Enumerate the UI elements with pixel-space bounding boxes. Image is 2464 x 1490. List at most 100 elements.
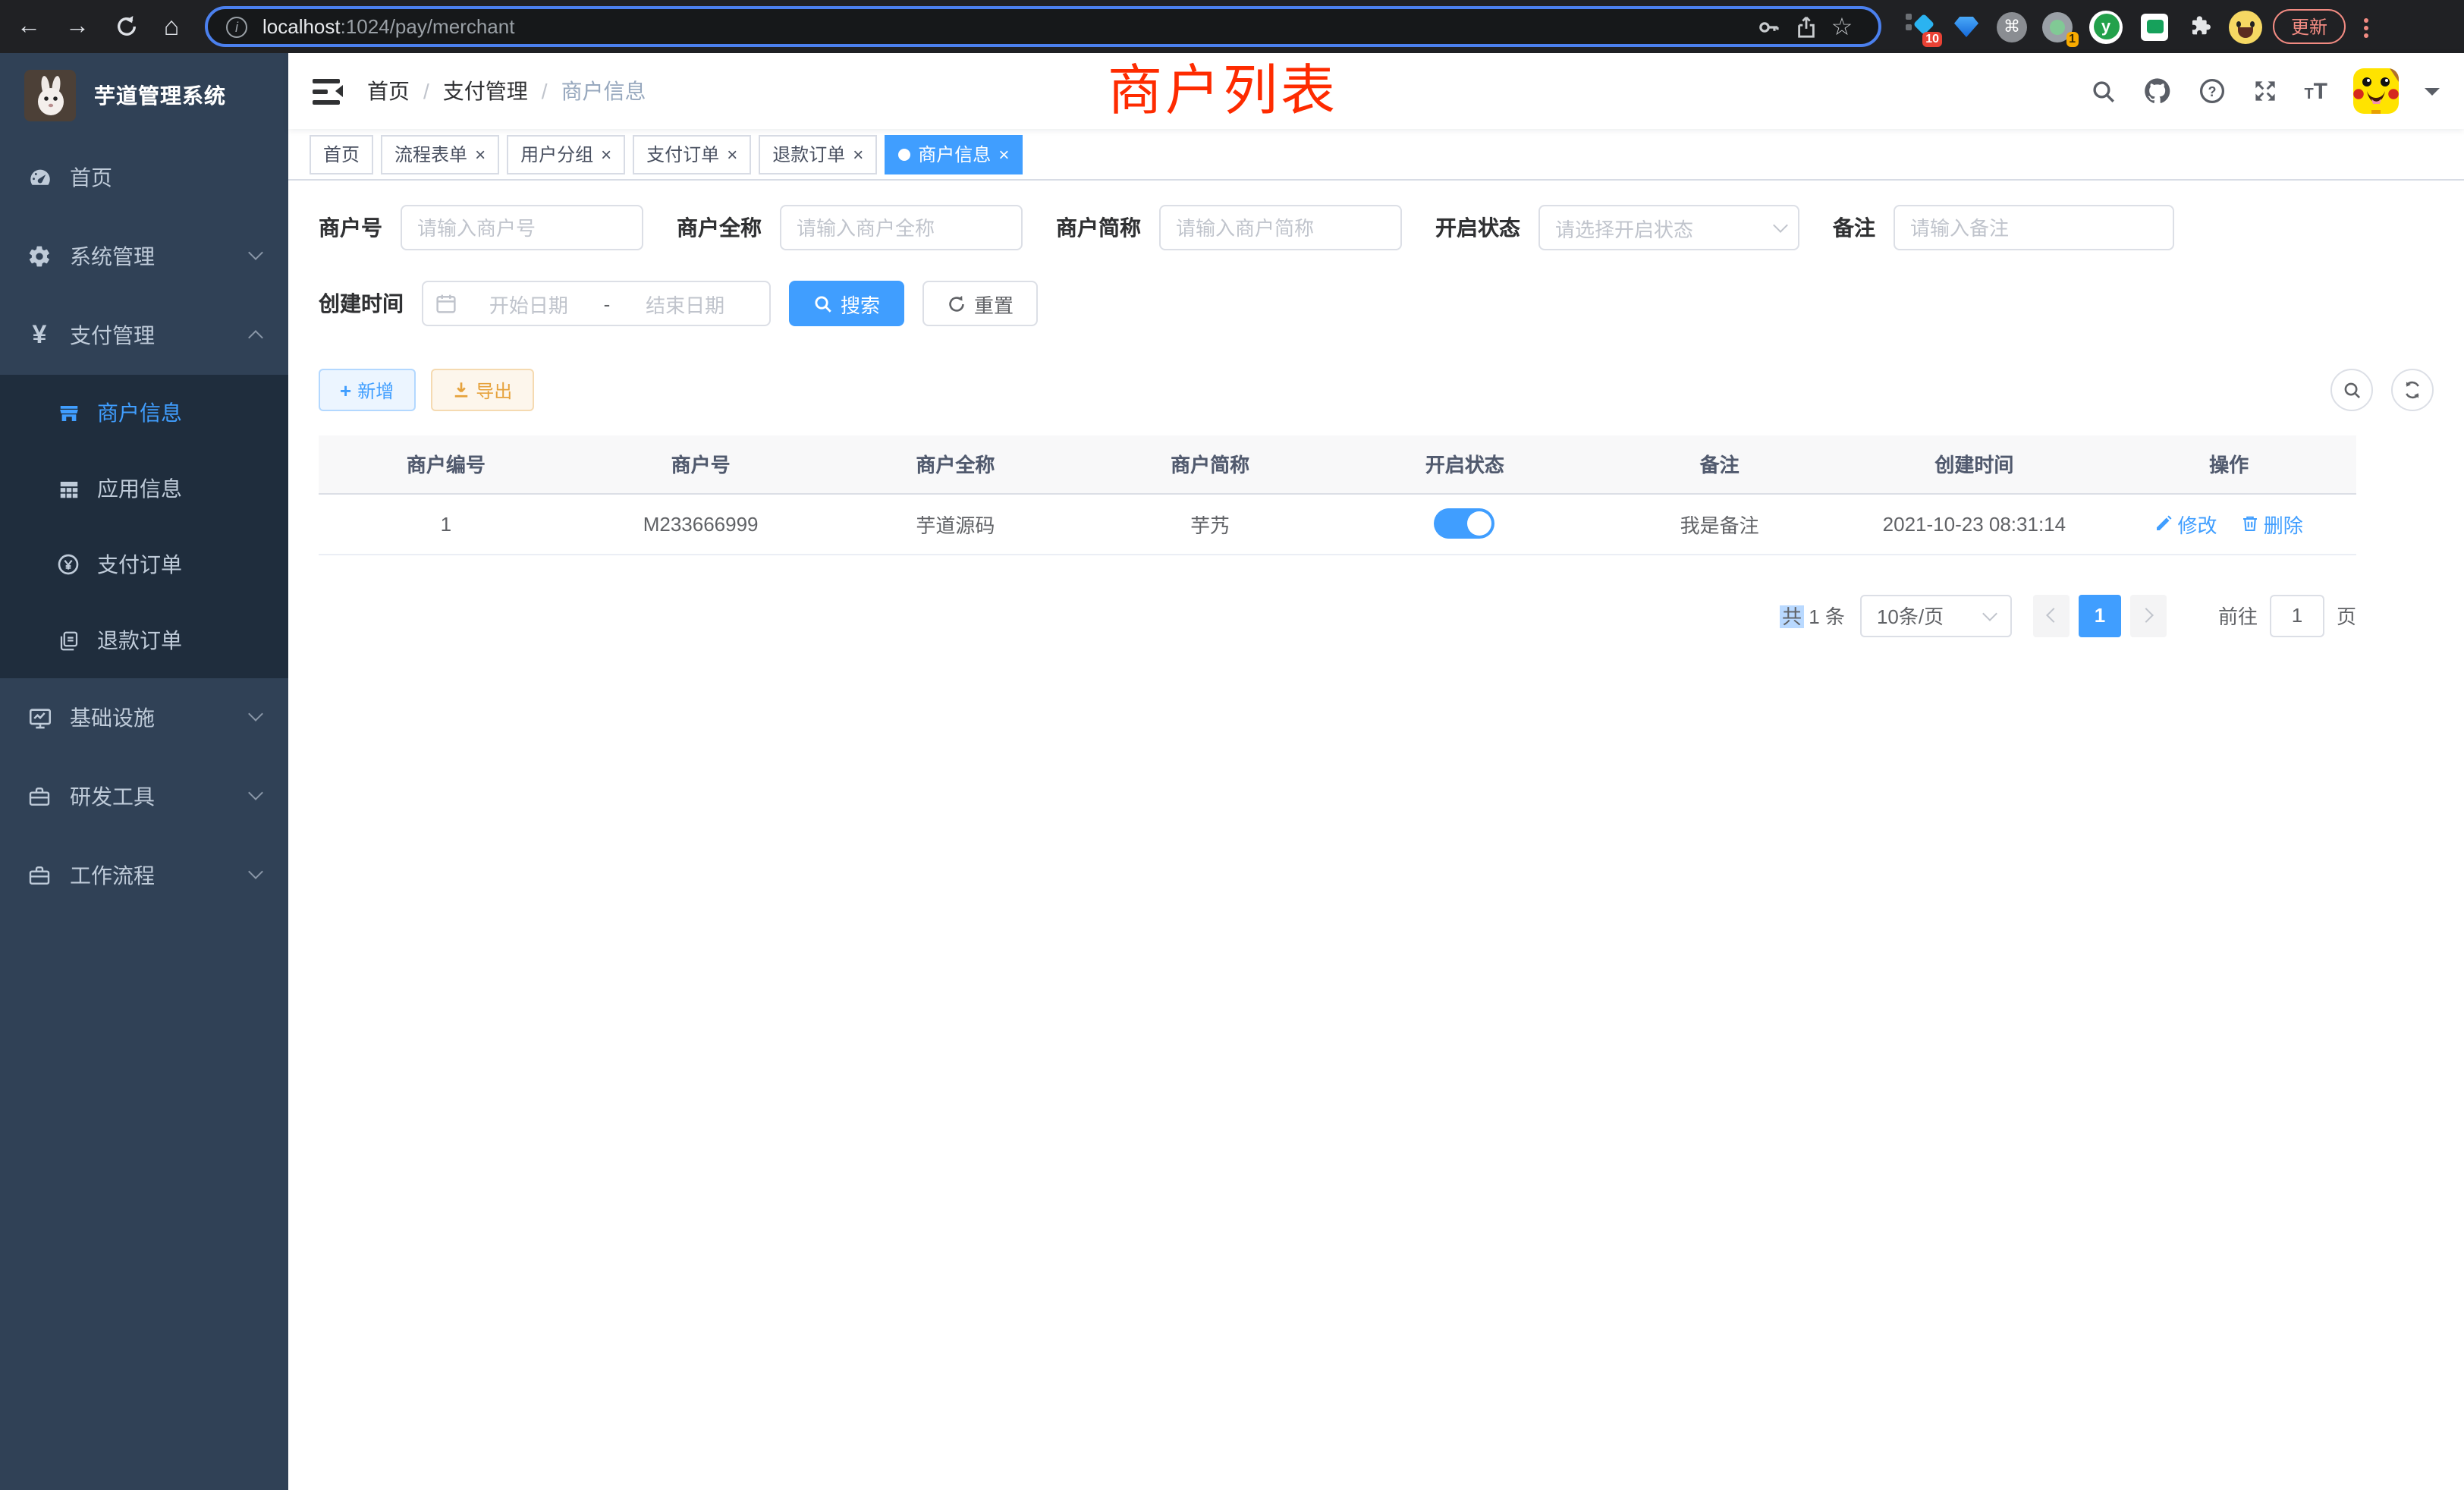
close-icon[interactable]: × bbox=[475, 145, 486, 163]
sidebar-item-label: 首页 bbox=[70, 162, 112, 193]
extension-chat-icon[interactable] bbox=[2133, 0, 2176, 53]
close-icon[interactable]: × bbox=[727, 145, 737, 163]
reload-icon[interactable] bbox=[106, 0, 146, 53]
page-size-select[interactable]: 10条/页 bbox=[1860, 594, 2012, 637]
sidebar-submenu-pay: 商户信息 应用信息 支付订单 bbox=[0, 375, 288, 678]
home-icon[interactable]: ⌂ bbox=[152, 0, 191, 53]
browser-toolbar: ← → ⌂ i localhost:1024/pay/merchant ☆ 10… bbox=[0, 0, 2464, 53]
bookmark-star-icon[interactable]: ☆ bbox=[1824, 8, 1860, 45]
create-time-range-picker[interactable]: 开始日期 - 结束日期 bbox=[422, 281, 771, 326]
cell-merchant-no: M233666999 bbox=[574, 493, 828, 554]
tab-merchant-info[interactable]: 商户信息× bbox=[885, 134, 1023, 174]
sidebar-item-label: 支付管理 bbox=[70, 320, 155, 350]
full-name-input[interactable] bbox=[780, 205, 1023, 250]
tab-home[interactable]: 首页 bbox=[310, 134, 373, 174]
search-button[interactable]: 搜索 bbox=[789, 281, 904, 326]
profile-avatar-emoji[interactable] bbox=[2224, 0, 2267, 53]
sidebar-item-dev-tools[interactable]: 研发工具 bbox=[0, 757, 288, 836]
sidebar-collapse-icon[interactable] bbox=[313, 77, 343, 105]
status-select[interactable]: 请选择开启状态 bbox=[1538, 205, 1799, 250]
extension-command-icon[interactable]: ⌘ bbox=[1991, 0, 2033, 53]
dashboard-icon bbox=[21, 165, 58, 190]
refresh-table-button[interactable] bbox=[2391, 369, 2434, 411]
tab-pay-order[interactable]: 支付订单× bbox=[633, 134, 751, 174]
col-merchant-id: 商户编号 bbox=[319, 435, 574, 493]
share-icon[interactable] bbox=[1787, 8, 1824, 45]
close-icon[interactable]: × bbox=[998, 145, 1009, 163]
sidebar-item-app-info[interactable]: 应用信息 bbox=[0, 451, 288, 527]
url-bar[interactable]: i localhost:1024/pay/merchant ☆ bbox=[205, 6, 1881, 47]
short-name-input[interactable] bbox=[1159, 205, 1402, 250]
chevron-down-icon bbox=[248, 785, 263, 800]
chevron-down-icon bbox=[1773, 218, 1788, 233]
toggle-search-button[interactable] bbox=[2330, 369, 2373, 411]
chevron-right-icon bbox=[2139, 608, 2154, 623]
search-form-row-1: 商户号 商户全称 商户简称 开启状态 请选择开启状态 bbox=[319, 205, 2434, 250]
extension-y-icon[interactable]: y bbox=[2085, 0, 2127, 53]
tab-user-group[interactable]: 用户分组× bbox=[507, 134, 625, 174]
extension-gem-icon[interactable] bbox=[1945, 0, 1988, 53]
brand[interactable]: 芋道管理系统 bbox=[0, 53, 288, 138]
password-key-icon[interactable] bbox=[1751, 8, 1787, 45]
status-label: 开启状态 bbox=[1435, 212, 1520, 243]
goto-prefix: 前往 bbox=[2218, 601, 2258, 630]
merchant-no-input[interactable] bbox=[401, 205, 643, 250]
extension-promo-icon[interactable]: 10 bbox=[1900, 0, 1942, 53]
browser-update-button[interactable]: 更新 bbox=[2273, 9, 2346, 44]
remark-input[interactable] bbox=[1894, 205, 2174, 250]
toolbox-icon bbox=[21, 784, 58, 809]
avatar-caret-icon[interactable] bbox=[2425, 87, 2440, 102]
export-button[interactable]: 导出 bbox=[430, 369, 533, 411]
close-icon[interactable]: × bbox=[853, 145, 863, 163]
sidebar-item-infra[interactable]: 基础设施 bbox=[0, 678, 288, 757]
close-icon[interactable]: × bbox=[601, 145, 611, 163]
reset-button[interactable]: 重置 bbox=[922, 281, 1038, 326]
help-icon[interactable]: ? bbox=[2198, 77, 2225, 105]
font-size-icon[interactable]: TT bbox=[2304, 78, 2327, 104]
yen-icon: ¥ bbox=[21, 320, 58, 350]
fullscreen-icon[interactable] bbox=[2251, 77, 2278, 105]
chevron-down-icon bbox=[248, 864, 263, 879]
sidebar-item-system[interactable]: 系统管理 bbox=[0, 217, 288, 296]
sidebar-item-workflow[interactable]: 工作流程 bbox=[0, 836, 288, 915]
col-remark: 备注 bbox=[1592, 435, 1847, 493]
monitor-icon bbox=[21, 705, 58, 731]
delete-link[interactable]: 删除 bbox=[2241, 509, 2303, 538]
status-toggle[interactable] bbox=[1435, 508, 1495, 539]
edit-link[interactable]: 修改 bbox=[2154, 509, 2217, 538]
github-icon[interactable] bbox=[2142, 76, 2172, 106]
add-button[interactable]: + 新增 bbox=[319, 369, 415, 411]
toolbox-icon bbox=[21, 863, 58, 888]
sidebar-item-home[interactable]: 首页 bbox=[0, 138, 288, 217]
page-number-1[interactable]: 1 bbox=[2079, 594, 2121, 637]
search-form-row-2: 创建时间 开始日期 - 结束日期 搜索 重置 bbox=[319, 281, 2434, 326]
goto-page-input[interactable] bbox=[2270, 594, 2324, 637]
forward-icon[interactable]: → bbox=[58, 0, 97, 53]
col-create-time: 创建时间 bbox=[1847, 435, 2102, 493]
next-page-button[interactable] bbox=[2130, 594, 2167, 637]
sidebar-item-merchant-info[interactable]: 商户信息 bbox=[0, 375, 288, 451]
sidebar-item-pay[interactable]: ¥ 支付管理 bbox=[0, 296, 288, 375]
sidebar-item-label: 基础设施 bbox=[70, 703, 155, 733]
breadcrumb-current: 商户信息 bbox=[561, 76, 646, 106]
tab-process-form[interactable]: 流程表单× bbox=[381, 134, 499, 174]
browser-menu-icon[interactable] bbox=[2355, 12, 2376, 42]
sidebar-item-refund-order[interactable]: 退款订单 bbox=[0, 602, 288, 678]
sidebar-item-label: 支付订单 bbox=[97, 549, 182, 580]
sidebar-item-pay-order[interactable]: 支付订单 bbox=[0, 527, 288, 602]
search-icon[interactable] bbox=[2090, 78, 2116, 104]
col-full-name: 商户全称 bbox=[828, 435, 1083, 493]
extension-profile-icon[interactable]: 1 bbox=[2036, 0, 2079, 53]
extensions-puzzle-icon[interactable] bbox=[2179, 0, 2221, 53]
prev-page-button[interactable] bbox=[2033, 594, 2070, 637]
remark-label: 备注 bbox=[1833, 212, 1875, 243]
chevron-down-icon bbox=[1982, 605, 1997, 621]
url-text: localhost:1024/pay/merchant bbox=[262, 15, 1751, 38]
breadcrumb-home[interactable]: 首页 bbox=[367, 76, 410, 106]
table-row: 1 M233666999 芋道源码 芋艿 我是备注 2021-10-23 08:… bbox=[319, 493, 2356, 554]
calendar-icon bbox=[435, 293, 457, 314]
user-avatar[interactable] bbox=[2353, 68, 2399, 114]
back-icon[interactable]: ← bbox=[9, 0, 49, 53]
site-info-icon[interactable]: i bbox=[226, 16, 247, 37]
tab-refund-order[interactable]: 退款订单× bbox=[759, 134, 877, 174]
